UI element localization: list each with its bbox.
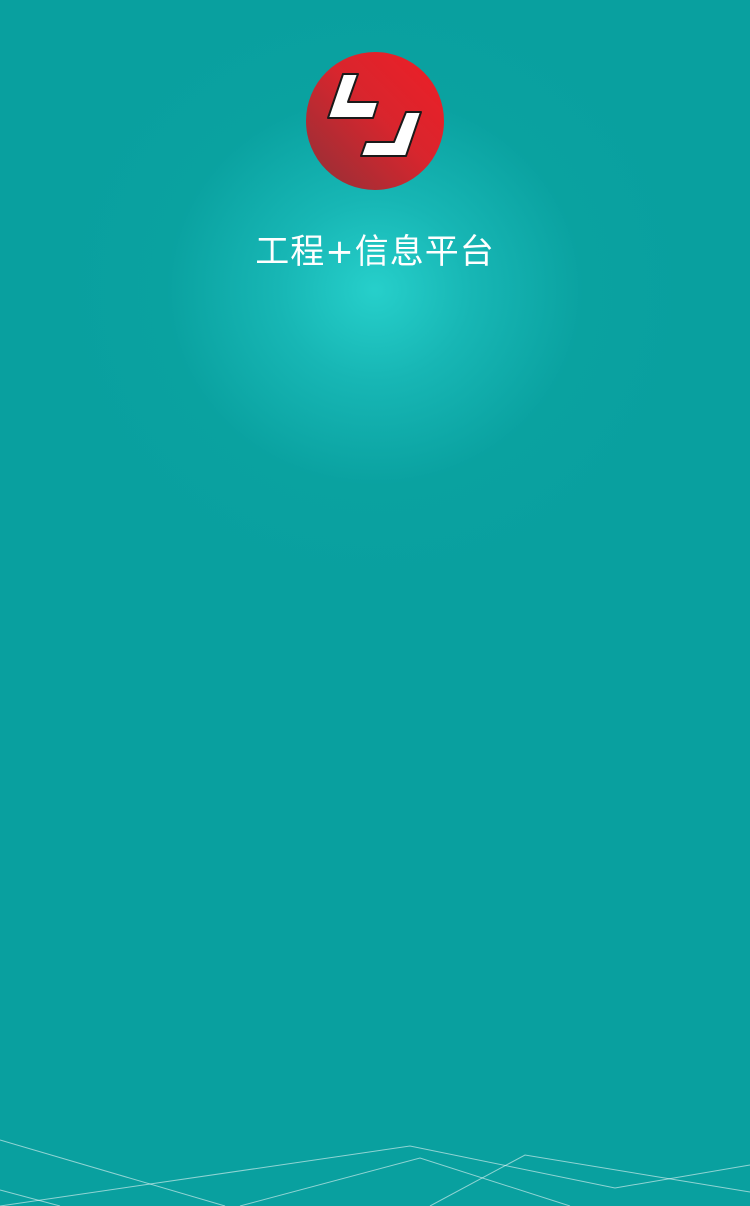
app-title: 工程+信息平台 — [255, 232, 495, 272]
splash-screen: 工程+信息平台 — [0, 0, 750, 1206]
decorative-lines — [0, 1130, 750, 1206]
company-logo-icon — [306, 52, 444, 190]
